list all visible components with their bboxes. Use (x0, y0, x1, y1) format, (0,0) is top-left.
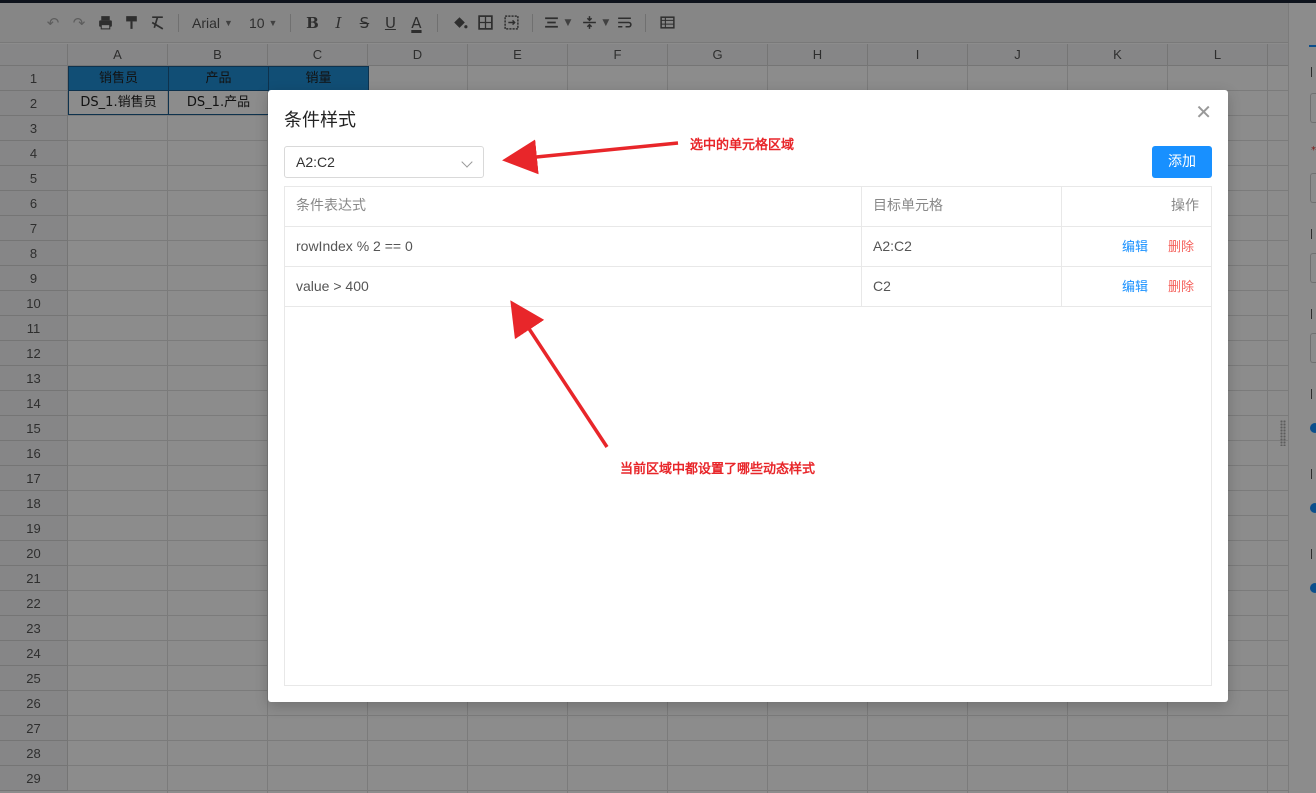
edit-link[interactable]: 编辑 (1122, 267, 1148, 306)
add-button[interactable]: 添加 (1152, 146, 1212, 178)
delete-link[interactable]: 删除 (1168, 227, 1194, 266)
chevron-down-icon (461, 156, 473, 168)
row-expression: rowIndex % 2 == 0 (296, 238, 413, 254)
condition-table: 条件表达式 目标单元格 操作 rowIndex % 2 == 0 A2:C2 编… (284, 186, 1212, 686)
annotation-dynamic-styles: 当前区域中都设置了哪些动态样式 (620, 462, 816, 477)
row-actions: 编辑 删除 (1061, 227, 1211, 266)
header-actions: 操作 (1061, 187, 1211, 226)
row-target: A2:C2 (861, 227, 1061, 266)
range-select-value: A2:C2 (296, 154, 335, 170)
header-target: 目标单元格 (861, 187, 1061, 226)
row-target: C2 (861, 267, 1061, 306)
table-row: value > 400 C2 编辑 删除 (285, 267, 1211, 307)
close-icon[interactable]: ✕ (1195, 102, 1212, 122)
annotation-selected-range: 选中的单元格区域 (690, 138, 795, 153)
conditional-style-dialog: 条件样式 ✕ A2:C2 添加 条件表达式 目标单元格 操作 rowIndex … (268, 90, 1228, 702)
delete-link[interactable]: 删除 (1168, 267, 1194, 306)
table-row: rowIndex % 2 == 0 A2:C2 编辑 删除 (285, 227, 1211, 267)
table-header-row: 条件表达式 目标单元格 操作 (285, 187, 1211, 227)
edit-link[interactable]: 编辑 (1122, 227, 1148, 266)
header-expression: 条件表达式 (296, 198, 366, 214)
row-actions: 编辑 删除 (1061, 267, 1211, 306)
dialog-title: 条件样式 (284, 110, 356, 131)
range-select[interactable]: A2:C2 (284, 146, 484, 178)
row-expression: value > 400 (296, 278, 369, 294)
